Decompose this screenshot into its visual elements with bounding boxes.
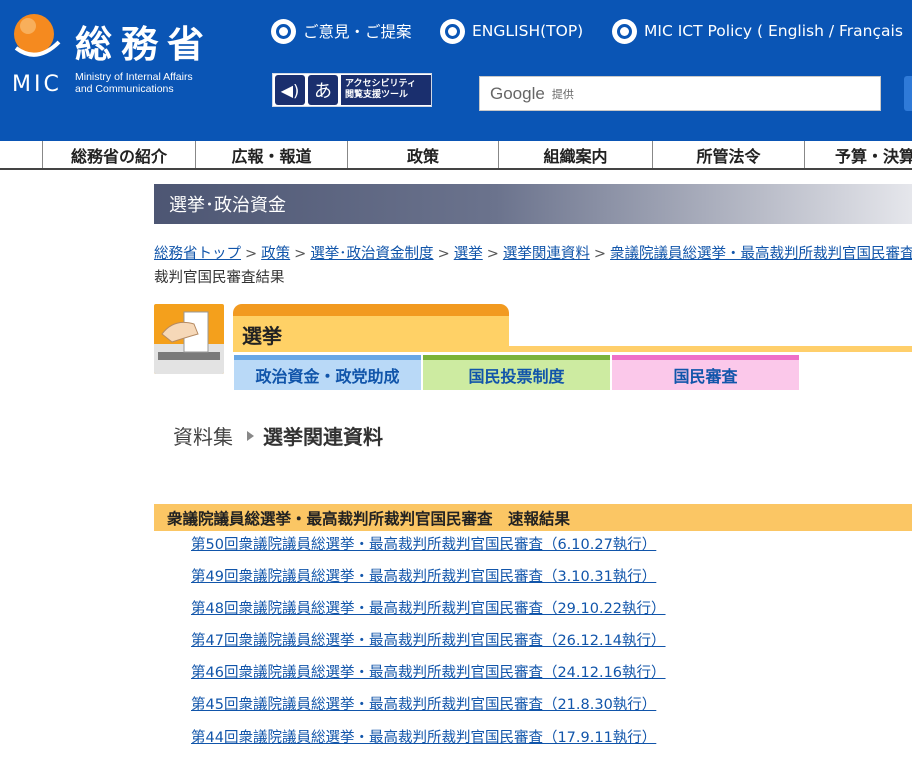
breadcrumb-separator: > <box>486 246 499 262</box>
breadcrumb-separator: > <box>593 246 607 262</box>
breadcrumb: 総務省トップ > 政策 > 選挙･政治資金制度 > 選挙 > 選挙関連資料 > 衆議院議員総選挙・最… <box>154 242 912 290</box>
breadcrumb-separator: > <box>245 246 258 262</box>
breadcrumb-link-election-funds[interactable]: 選挙･政治資金制度 <box>310 246 433 262</box>
page-title-prefix: 資料集 <box>173 425 233 449</box>
accessibility-label-line-1: アクセシビリティ <box>345 79 417 89</box>
ballot-box-icon <box>154 304 224 374</box>
speaker-icon: ◀) <box>275 75 305 105</box>
result-link-47[interactable]: 第47回衆議院議員総選挙・最高裁判所裁判官国民審査（26.12.14執行） <box>191 629 666 650</box>
result-link-48[interactable]: 第48回衆議院議員総選挙・最高裁判所裁判官国民審査（29.10.22執行） <box>191 597 666 618</box>
breadcrumb-separator: > <box>294 246 307 262</box>
nav-item-press[interactable]: 広報・報道 <box>195 141 347 168</box>
triangle-right-icon <box>247 430 254 441</box>
mic-logo-icon[interactable] <box>12 12 62 62</box>
search-input[interactable]: Google 提供 <box>479 76 881 111</box>
ict-policy-link[interactable]: MIC ICT Policy ( English / Français <box>612 17 903 45</box>
page-title: 資料集 選挙関連資料 <box>173 421 383 450</box>
search-button[interactable] <box>904 76 912 111</box>
circle-bullet-icon <box>271 18 296 44</box>
nav-item-budget[interactable]: 予算・決算 <box>804 141 912 168</box>
section-title-bar: 選挙･政治資金 <box>154 184 912 224</box>
breadcrumb-separator: > <box>437 246 450 262</box>
results-heading: 衆議院議員総選挙・最高裁判所裁判官国民審査 速報結果 <box>154 504 912 531</box>
breadcrumb-current: 裁判官国民審査結果 <box>154 270 285 286</box>
result-link-44[interactable]: 第44回衆議院議員総選挙・最高裁判所裁判官国民審査（17.9.11執行） <box>191 726 656 747</box>
breadcrumb-link-materials[interactable]: 選挙関連資料 <box>503 246 590 262</box>
logo-english-line-1: Ministry of Internal Affairs <box>75 71 193 83</box>
nav-item-policy[interactable]: 政策 <box>347 141 498 168</box>
result-link-50[interactable]: 第50回衆議院議員総選挙・最高裁判所裁判官国民審査（6.10.27執行） <box>191 533 656 554</box>
nav-item-about[interactable]: 総務省の紹介 <box>42 141 195 168</box>
subtab-national-review[interactable]: 国民審査 <box>612 355 799 390</box>
english-top-link-label: ENGLISH(TOP) <box>472 22 584 40</box>
accessibility-label: アクセシビリティ 閲覧支援ツール <box>341 75 431 105</box>
ict-policy-link-label: MIC ICT Policy ( English / Français <box>644 22 903 40</box>
global-nav: 総務省の紹介 広報・報道 政策 組織案内 所管法令 予算・決算 <box>0 141 912 170</box>
result-link-49[interactable]: 第49回衆議院議員総選挙・最高裁判所裁判官国民審査（3.10.31執行） <box>191 565 656 586</box>
breadcrumb-link-general-election[interactable]: 衆議院議員総選挙・最高裁判所裁判官国民審査 <box>610 246 912 262</box>
subtab-political-funds[interactable]: 政治資金・政党助成 <box>234 355 421 390</box>
election-tab-label: 選挙 <box>242 323 282 348</box>
circle-bullet-icon <box>612 18 637 44</box>
section-title: 選挙･政治資金 <box>169 195 286 216</box>
breadcrumb-link-election[interactable]: 選挙 <box>454 246 483 262</box>
result-link-45[interactable]: 第45回衆議院議員総選挙・最高裁判所裁判官国民審査（21.8.30執行） <box>191 693 656 714</box>
nav-item-organization[interactable]: 組織案内 <box>498 141 652 168</box>
breadcrumb-row: 総務省トップ > 政策 > 選挙･政治資金制度 > 選挙 > 選挙関連資料 > 衆議院議員総選挙・最… <box>154 242 912 266</box>
result-link-46[interactable]: 第46回衆議院議員総選挙・最高裁判所裁判官国民審査（24.12.16執行） <box>191 661 666 682</box>
logo-english-line-2: and Communications <box>75 83 174 95</box>
circle-bullet-icon <box>440 18 465 44</box>
site-header: 総務省 MIC Ministry of Internal Affairs and… <box>0 0 912 141</box>
google-brand-sub: 提供 <box>551 87 574 101</box>
election-tab[interactable]: 選挙 <box>233 304 509 352</box>
nav-item-laws[interactable]: 所管法令 <box>652 141 804 168</box>
global-nav-spacer <box>0 141 42 168</box>
logo-english: Ministry of Internal Affairs and Communi… <box>75 71 193 95</box>
accessibility-tool-button[interactable]: ◀) あ アクセシビリティ 閲覧支援ツール <box>272 73 432 107</box>
opinion-link-label: ご意見・ご提案 <box>303 23 412 41</box>
google-brand: Google <box>490 83 545 103</box>
subtab-referendum[interactable]: 国民投票制度 <box>423 355 610 390</box>
election-tab-underline <box>508 346 912 352</box>
english-top-link[interactable]: ENGLISH(TOP) <box>440 17 583 45</box>
breadcrumb-link-policy[interactable]: 政策 <box>261 246 290 262</box>
opinion-link[interactable]: ご意見・ご提案 <box>271 17 412 45</box>
hiragana-a-icon: あ <box>308 75 338 105</box>
logo-kanji[interactable]: 総務省 <box>75 14 213 68</box>
accessibility-label-line-2: 閲覧支援ツール <box>345 90 409 100</box>
breadcrumb-link-top[interactable]: 総務省トップ <box>154 246 241 262</box>
page-title-main: 選挙関連資料 <box>263 425 383 449</box>
logo-mic: MIC <box>12 72 62 97</box>
